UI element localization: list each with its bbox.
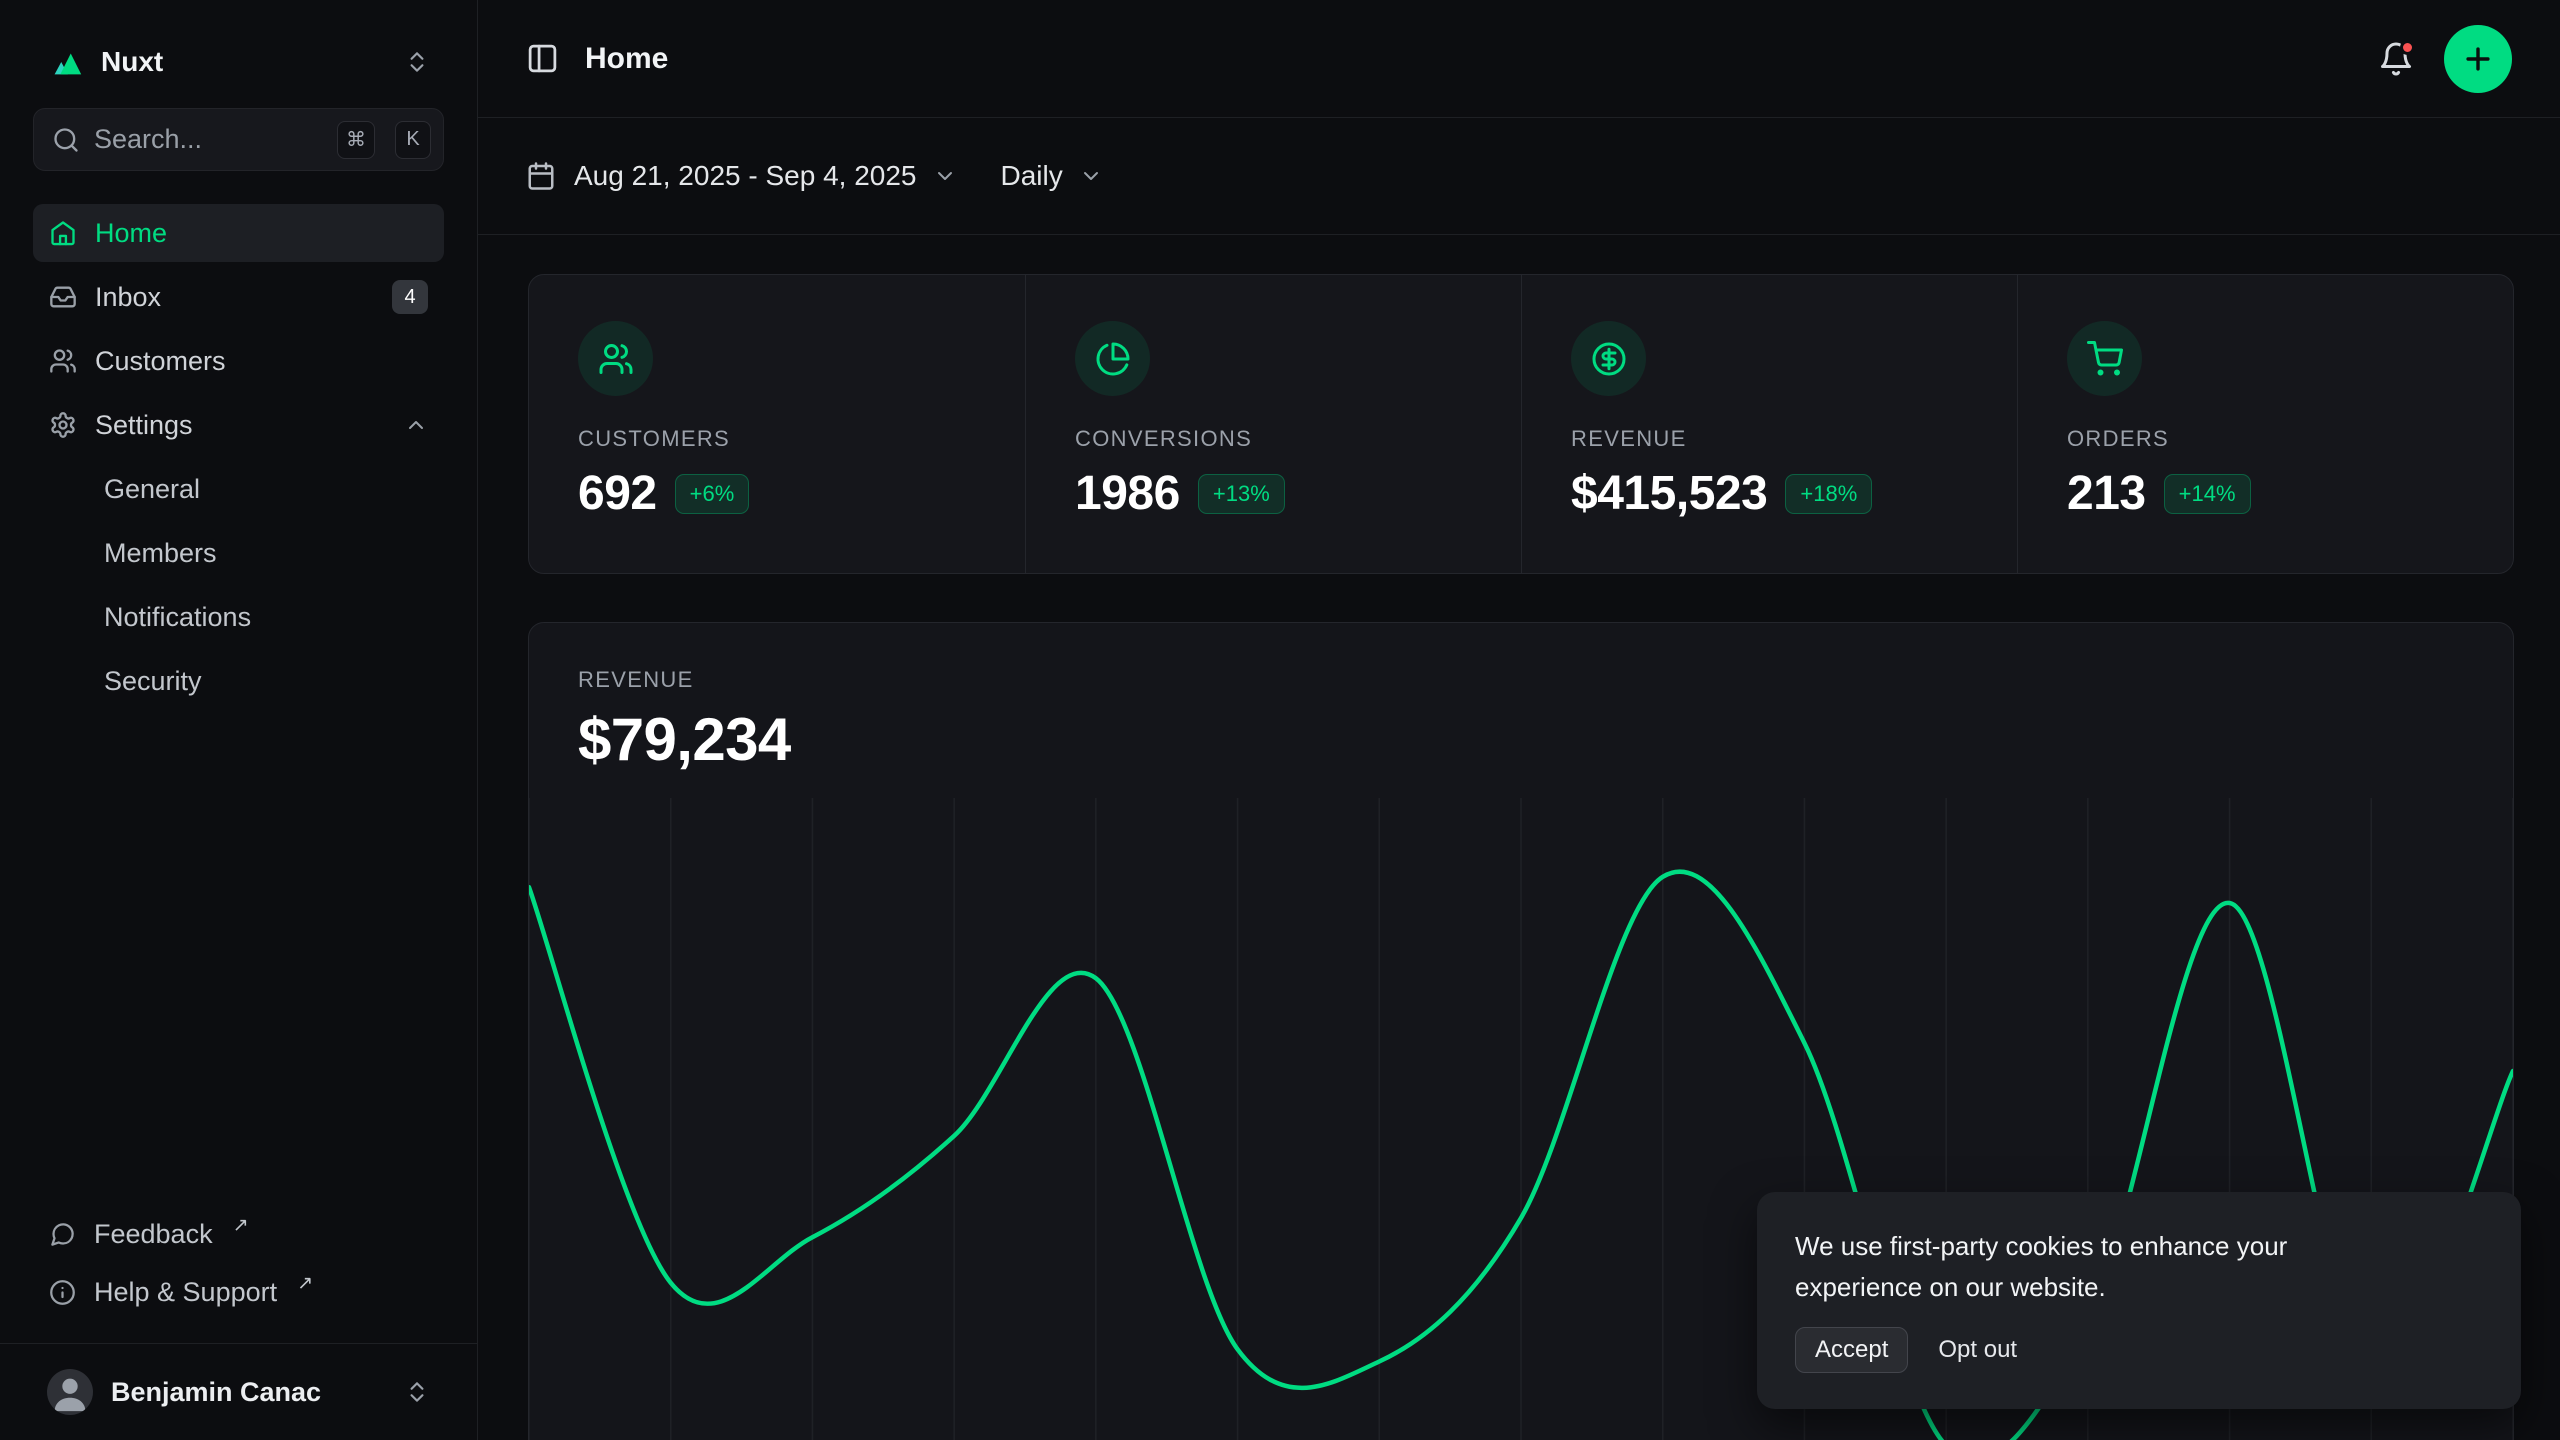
revenue-chart-header: REVENUE $79,234 <box>529 623 2513 774</box>
inbox-icon <box>49 283 77 311</box>
search-input[interactable]: Search... ⌘ K <box>33 108 444 171</box>
external-link-icon: ↗ <box>297 1272 313 1295</box>
feedback-link[interactable]: Feedback ↗ <box>33 1205 444 1263</box>
kbd-k: K <box>395 121 431 159</box>
nuxt-logo-icon <box>47 47 85 77</box>
notifications-bell-button[interactable] <box>2378 41 2414 77</box>
sidebar-item-members[interactable]: Members <box>33 524 444 582</box>
sidebar-item-general[interactable]: General <box>33 460 444 518</box>
stat-value: $415,523 <box>1571 466 1767 521</box>
sidebar-subitem-label: Members <box>104 538 217 569</box>
gear-icon <box>49 411 77 439</box>
search-icon <box>52 126 80 154</box>
revenue-chart-label: REVENUE <box>578 667 2464 693</box>
stat-label: CONVERSIONS <box>1075 426 1481 452</box>
plus-icon <box>2461 42 2495 76</box>
stats-summary-card: CUSTOMERS 692 +6% CONVERSIONS 1986 +13% <box>528 274 2514 574</box>
external-link-icon: ↗ <box>233 1214 249 1237</box>
footer-link-label: Feedback <box>94 1219 213 1250</box>
page-title: Home <box>585 42 668 76</box>
stat-value: 692 <box>578 466 657 521</box>
footer-link-label: Help & Support <box>94 1277 277 1308</box>
stat-conversions: CONVERSIONS 1986 +13% <box>1025 275 1521 573</box>
sidebar-spacer <box>33 716 444 1205</box>
sidebar-subitem-label: Notifications <box>104 602 251 633</box>
workspace-switcher[interactable]: Nuxt <box>33 30 444 94</box>
stat-value: 213 <box>2067 466 2146 521</box>
sidebar-subitem-label: Security <box>104 666 202 697</box>
info-circle-icon <box>49 1279 76 1306</box>
stat-delta-badge: +6% <box>675 474 750 514</box>
circle-dollar-icon <box>1571 321 1646 396</box>
date-range-picker[interactable]: Aug 21, 2025 - Sep 4, 2025 <box>574 160 957 192</box>
inbox-count-badge: 4 <box>392 280 428 314</box>
stat-delta-badge: +18% <box>1785 474 1872 514</box>
date-range-label: Aug 21, 2025 - Sep 4, 2025 <box>574 160 917 192</box>
accept-cookies-button[interactable]: Accept <box>1795 1327 1908 1373</box>
chart-pie-icon <box>1075 321 1150 396</box>
workspace-name: Nuxt <box>101 46 388 78</box>
users-icon <box>49 347 77 375</box>
sidebar-item-home[interactable]: Home <box>33 204 444 262</box>
sidebar-footer: Feedback ↗ Help & Support ↗ <box>33 1205 444 1321</box>
cookie-banner: We use first-party cookies to enhance yo… <box>1757 1192 2521 1409</box>
sidebar-item-label: Settings <box>95 410 193 441</box>
help-support-link[interactable]: Help & Support ↗ <box>33 1263 444 1321</box>
sidebar-subitem-label: General <box>104 474 200 505</box>
interval-label: Daily <box>1001 160 1063 192</box>
sidebar-item-security[interactable]: Security <box>33 652 444 710</box>
sidebar-nav: Home Inbox 4 Customers Settings <box>33 204 444 716</box>
calendar-icon <box>526 161 556 191</box>
user-name: Benjamin Canac <box>111 1377 386 1408</box>
stat-delta-badge: +14% <box>2164 474 2251 514</box>
cookie-message: We use first-party cookies to enhance yo… <box>1795 1226 2375 1307</box>
message-circle-icon <box>49 1221 76 1248</box>
top-header: Home <box>478 0 2560 118</box>
revenue-chart-value: $79,234 <box>578 705 2464 774</box>
shopping-cart-icon <box>2067 321 2142 396</box>
avatar <box>47 1369 93 1415</box>
add-button[interactable] <box>2444 25 2512 93</box>
interval-select[interactable]: Daily <box>1001 160 1103 192</box>
sidebar-item-settings[interactable]: Settings <box>33 396 444 454</box>
sidebar-item-inbox[interactable]: Inbox 4 <box>33 268 444 326</box>
sidebar-item-label: Inbox <box>95 282 161 313</box>
user-menu[interactable]: Benjamin Canac <box>0 1343 477 1440</box>
stat-value: 1986 <box>1075 466 1180 521</box>
stat-customers: CUSTOMERS 692 +6% <box>529 275 1025 573</box>
sidebar-item-label: Home <box>95 218 167 249</box>
chevron-up-icon <box>404 413 428 437</box>
home-icon <box>49 219 77 247</box>
chevron-down-icon <box>1079 164 1103 188</box>
search-placeholder: Search... <box>94 124 323 155</box>
filter-toolbar: Aug 21, 2025 - Sep 4, 2025 Daily <box>478 118 2560 235</box>
users-icon <box>578 321 653 396</box>
stat-label: ORDERS <box>2067 426 2473 452</box>
sidebar-item-label: Customers <box>95 346 226 377</box>
optout-cookies-button[interactable]: Opt out <box>1938 1336 2017 1364</box>
stat-delta-badge: +13% <box>1198 474 1285 514</box>
sidebar-item-notifications[interactable]: Notifications <box>33 588 444 646</box>
stat-orders: ORDERS 213 +14% <box>2017 275 2513 573</box>
kbd-cmd: ⌘ <box>337 121 375 159</box>
sidebar-item-customers[interactable]: Customers <box>33 332 444 390</box>
chevron-down-icon <box>933 164 957 188</box>
stat-label: REVENUE <box>1571 426 1977 452</box>
stat-revenue: REVENUE $415,523 +18% <box>1521 275 2017 573</box>
chevrons-up-down-icon <box>404 49 430 75</box>
sidebar-toggle-icon[interactable] <box>526 42 559 75</box>
chevrons-up-down-icon <box>404 1379 430 1405</box>
notification-dot <box>2400 40 2415 55</box>
stat-label: CUSTOMERS <box>578 426 985 452</box>
sidebar: Nuxt Search... ⌘ K Home <box>0 0 478 1440</box>
